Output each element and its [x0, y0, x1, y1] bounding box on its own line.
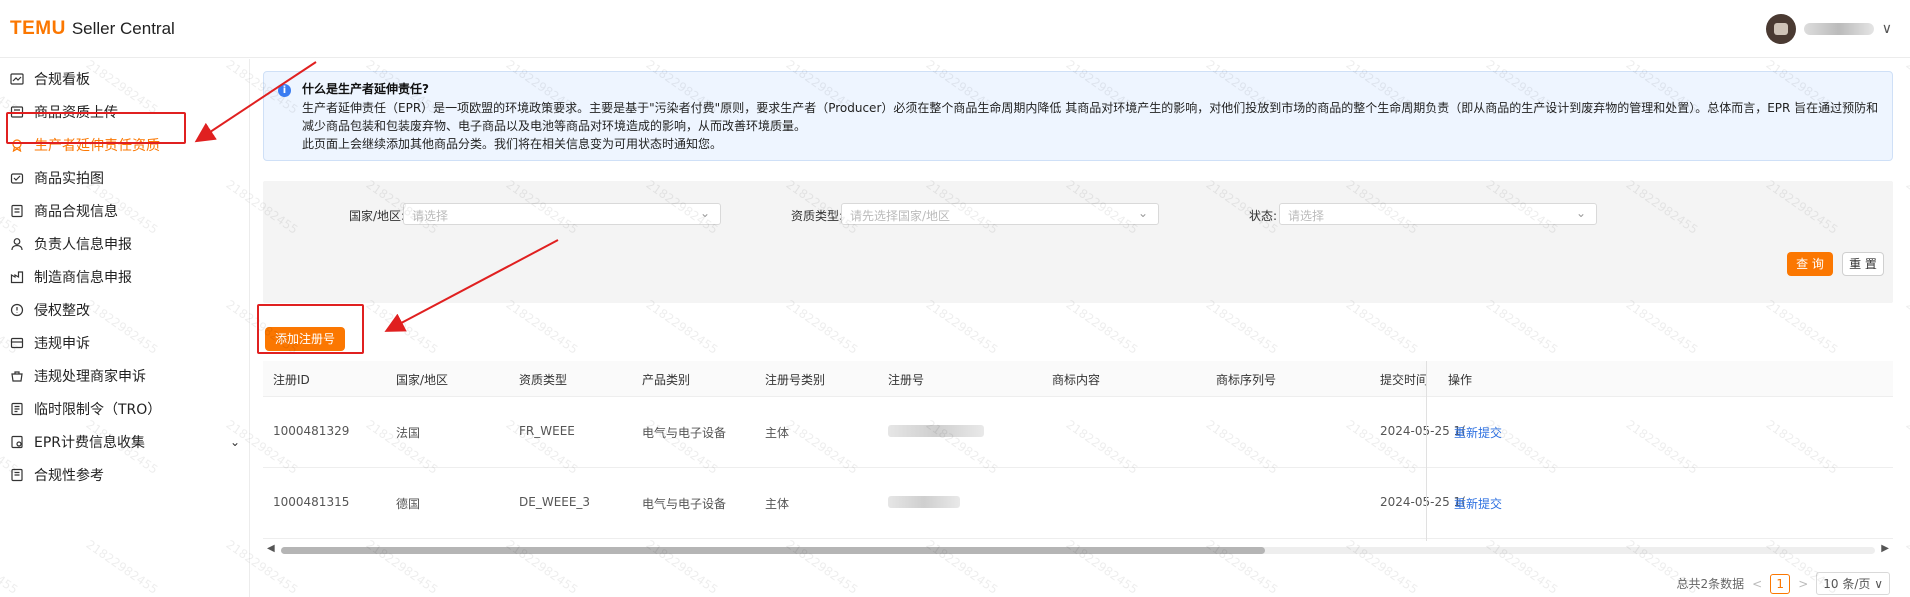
highlight-box-add-button [257, 304, 364, 354]
total-count: 总共2条数据 [1676, 577, 1745, 591]
person-icon [8, 235, 26, 253]
column-header: 注册ID [273, 373, 310, 387]
column-header: 注册号类别 [765, 373, 826, 387]
table-row: 1000481329 法国 FR_WEEE 电气与电子设备 主体 2024-05… [263, 397, 1893, 468]
qualification-type-cell: FR_WEEE [519, 424, 575, 438]
sidebar-item-label: 商品合规信息 [34, 204, 118, 220]
horizontal-scrollbar[interactable]: ◀ ▶ [263, 543, 1893, 557]
fixed-column-divider [1426, 361, 1427, 541]
sidebar-item-label: 临时限制令（TRO） [34, 402, 162, 418]
column-header: 商标内容 [1052, 373, 1101, 387]
sidebar-item-compliance-reference[interactable]: 合规性参考 [8, 456, 244, 494]
info-icon: i [278, 84, 291, 97]
logo-suffix: Seller Central [71, 19, 175, 38]
sidebar-item-label: EPR计费信息收集 [34, 435, 146, 451]
country-select[interactable]: 请选择 ⌄ [403, 203, 721, 225]
column-header: 注册号 [888, 373, 925, 387]
column-header: 提交时间 [1380, 373, 1429, 387]
chevron-down-icon: ⌄ [1575, 206, 1586, 220]
sidebar-item-label: 商品实拍图 [34, 171, 104, 187]
registration-id: 1000481315 [273, 495, 350, 509]
scroll-right-icon[interactable]: ▶ [1881, 543, 1889, 554]
top-header: TEMU Seller Central ∨ [0, 0, 1910, 58]
status-select-placeholder: 请选择 [1288, 209, 1325, 223]
camera-icon [8, 169, 26, 187]
reference-icon [8, 466, 26, 484]
submit-time-cell: 2024-05-25 1( [1380, 495, 1466, 509]
notice-line: 此页面上会继续添加其他商品分类。我们将在相关信息变为可用状态时通知您。 [302, 137, 723, 151]
status-select[interactable]: 请选择 ⌄ [1279, 203, 1597, 225]
product-category-cell: 电气与电子设备 [642, 426, 727, 440]
document-icon [8, 202, 26, 220]
highlight-box-sidebar [6, 112, 186, 144]
submit-time-cell: 2024-05-25 1( [1380, 424, 1466, 438]
factory-icon [8, 268, 26, 286]
country-select-placeholder: 请选择 [412, 209, 449, 223]
chevron-down-icon[interactable]: ⌄ [230, 435, 240, 449]
filter-panel: 国家/地区: 请选择 ⌄ 资质类型: 请先选择国家/地区 ⌄ 状态: 请选择 ⌄… [263, 181, 1893, 303]
prev-page-button[interactable]: < [1752, 577, 1762, 591]
type-filter-label: 资质类型: [791, 209, 844, 223]
column-header: 国家/地区 [396, 373, 449, 387]
sidebar-item-label: 违规申诉 [34, 336, 90, 352]
notice-line: 生产者延伸责任（EPR）是一项欧盟的环境政策要求。主要是基于"污染者付费"原则，… [302, 101, 1879, 115]
logo-brand: TEMU [10, 18, 66, 39]
sidebar-item-label: 合规性参考 [34, 468, 104, 484]
query-button[interactable]: 查 询 [1787, 252, 1833, 276]
column-header: 商标序列号 [1216, 373, 1277, 387]
dashboard-icon [8, 70, 26, 88]
sidebar-item-label: 合规看板 [34, 72, 90, 88]
registration-kind-cell: 主体 [765, 426, 790, 440]
shield-icon [8, 301, 26, 319]
column-header: 资质类型 [519, 373, 568, 387]
chevron-down-icon: ⌄ [699, 206, 710, 220]
avatar[interactable] [1765, 14, 1796, 44]
status-filter-label: 状态: [1249, 209, 1278, 223]
type-select[interactable]: 请先选择国家/地区 ⌄ [841, 203, 1159, 225]
sidebar-item-label: 侵权整改 [34, 303, 90, 319]
username-redacted [1803, 23, 1874, 35]
notice-line: 减少商品包装和包装废弃物、电子商品以及电池等商品对环境造成的影响，从而改善环境质… [302, 119, 807, 133]
column-header: 产品类别 [642, 373, 691, 387]
sidebar-item-label: 制造商信息申报 [34, 270, 132, 286]
scroll-thumb[interactable] [281, 547, 1265, 554]
next-page-button[interactable]: > [1798, 577, 1808, 591]
page-size-select[interactable]: 10 条/页 ∨ [1816, 572, 1890, 595]
user-menu[interactable]: ∨ [1765, 14, 1892, 44]
merchant-appeal-icon [8, 367, 26, 385]
table-row: 1000481315 德国 DE_WEEE_3 电气与电子设备 主体 2024-… [263, 468, 1893, 539]
billing-icon [8, 433, 26, 451]
type-select-placeholder: 请先选择国家/地区 [850, 209, 951, 223]
chevron-down-icon: ⌄ [1137, 206, 1148, 220]
notice-title: 什么是生产者延伸责任? [302, 82, 429, 96]
column-header: 操作 [1448, 373, 1473, 387]
resubmit-link[interactable]: 重新提交 [1454, 424, 1502, 441]
sidebar-item-label: 负责人信息申报 [34, 237, 132, 253]
page-1-button[interactable]: 1 [1770, 573, 1791, 594]
pagination: 总共2条数据 < 1 > 10 条/页 ∨ [1676, 572, 1890, 595]
epr-info-notice: i 什么是生产者延伸责任? 生产者延伸责任（EPR）是一项欧盟的环境政策要求。主… [263, 71, 1893, 161]
main-content: i 什么是生产者延伸责任? 生产者延伸责任（EPR）是一项欧盟的环境政策要求。主… [251, 59, 1910, 597]
product-category-cell: 电气与电子设备 [642, 497, 727, 511]
country-filter-label: 国家/地区: [349, 209, 406, 223]
table-header: 注册ID 国家/地区 资质类型 产品类别 注册号类别 注册号 商标内容 商标序列… [263, 361, 1893, 397]
registration-kind-cell: 主体 [765, 497, 790, 511]
sidebar-item-label: 违规处理商家申诉 [34, 369, 146, 385]
appeal-icon [8, 334, 26, 352]
scroll-left-icon[interactable]: ◀ [267, 543, 275, 554]
reset-button[interactable]: 重 置 [1842, 252, 1884, 276]
registration-number-redacted [888, 496, 960, 508]
country-cell: 法国 [396, 426, 421, 440]
resubmit-link[interactable]: 重新提交 [1454, 495, 1502, 512]
temu-logo[interactable]: TEMU Seller Central [10, 18, 175, 40]
chevron-down-icon[interactable]: ∨ [1882, 21, 1892, 37]
registration-id: 1000481329 [273, 424, 350, 438]
country-cell: 德国 [396, 497, 421, 511]
order-icon [8, 400, 26, 418]
qualification-type-cell: DE_WEEE_3 [519, 495, 591, 509]
registration-number-redacted [888, 425, 984, 437]
